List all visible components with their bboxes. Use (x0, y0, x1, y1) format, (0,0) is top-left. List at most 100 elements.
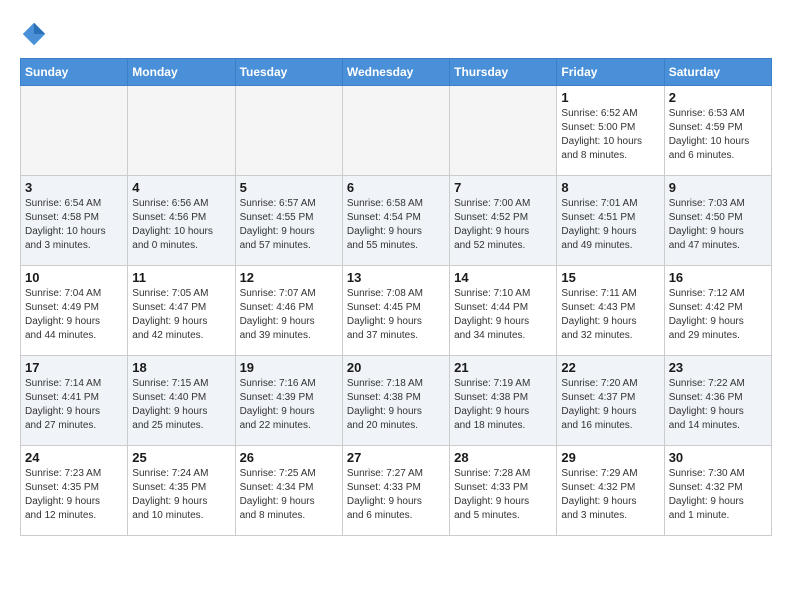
calendar-day-cell: 4 Sunrise: 6:56 AM Sunset: 4:56 PM Daylig… (128, 176, 235, 266)
calendar-day-cell: 23 Sunrise: 7:22 AM Sunset: 4:36 PM Dayli… (664, 356, 771, 446)
calendar-day-cell: 22 Sunrise: 7:20 AM Sunset: 4:37 PM Dayli… (557, 356, 664, 446)
calendar-day-cell: 13 Sunrise: 7:08 AM Sunset: 4:45 PM Dayli… (342, 266, 449, 356)
day-number: 23 (669, 360, 767, 375)
page-header (20, 20, 772, 48)
day-info: Sunrise: 6:58 AM Sunset: 4:54 PM Dayligh… (347, 197, 445, 253)
day-number: 29 (561, 450, 659, 465)
calendar-day-cell: 21 Sunrise: 7:19 AM Sunset: 4:38 PM Dayli… (450, 356, 557, 446)
day-info: Sunrise: 6:52 AM Sunset: 5:00 PM Dayligh… (561, 107, 659, 163)
day-number: 14 (454, 270, 552, 285)
day-info: Sunrise: 7:27 AM Sunset: 4:33 PM Dayligh… (347, 467, 445, 523)
weekday-header-wednesday: Wednesday (342, 59, 449, 86)
logo-icon (20, 20, 48, 48)
day-number: 27 (347, 450, 445, 465)
calendar-day-cell (21, 86, 128, 176)
calendar-day-cell (450, 86, 557, 176)
day-info: Sunrise: 7:15 AM Sunset: 4:40 PM Dayligh… (132, 377, 230, 433)
day-number: 22 (561, 360, 659, 375)
calendar-day-cell: 27 Sunrise: 7:27 AM Sunset: 4:33 PM Dayli… (342, 446, 449, 536)
calendar-day-cell: 20 Sunrise: 7:18 AM Sunset: 4:38 PM Dayli… (342, 356, 449, 446)
day-number: 20 (347, 360, 445, 375)
calendar-day-cell: 16 Sunrise: 7:12 AM Sunset: 4:42 PM Dayli… (664, 266, 771, 356)
day-info: Sunrise: 7:28 AM Sunset: 4:33 PM Dayligh… (454, 467, 552, 523)
day-number: 9 (669, 180, 767, 195)
day-number: 4 (132, 180, 230, 195)
day-info: Sunrise: 7:04 AM Sunset: 4:49 PM Dayligh… (25, 287, 123, 343)
weekday-header-tuesday: Tuesday (235, 59, 342, 86)
calendar-day-cell: 12Sunrise: 7:07 AM Sunset: 4:46 PM Dayli… (235, 266, 342, 356)
calendar-day-cell: 30 Sunrise: 7:30 AM Sunset: 4:32 PM Dayli… (664, 446, 771, 536)
weekday-header-saturday: Saturday (664, 59, 771, 86)
day-number: 12 (240, 270, 338, 285)
calendar-day-cell: 15Sunrise: 7:11 AM Sunset: 4:43 PM Dayli… (557, 266, 664, 356)
day-info: Sunrise: 7:30 AM Sunset: 4:32 PM Dayligh… (669, 467, 767, 523)
day-info: Sunrise: 7:05 AM Sunset: 4:47 PM Dayligh… (132, 287, 230, 343)
calendar-week-row: 17 Sunrise: 7:14 AM Sunset: 4:41 PM Dayli… (21, 356, 772, 446)
calendar-day-cell: 8 Sunrise: 7:01 AM Sunset: 4:51 PM Daylig… (557, 176, 664, 266)
calendar-day-cell: 26 Sunrise: 7:25 AM Sunset: 4:34 PM Dayli… (235, 446, 342, 536)
day-info: Sunrise: 7:25 AM Sunset: 4:34 PM Dayligh… (240, 467, 338, 523)
calendar-day-cell: 3 Sunrise: 6:54 AM Sunset: 4:58 PM Daylig… (21, 176, 128, 266)
day-number: 8 (561, 180, 659, 195)
day-number: 30 (669, 450, 767, 465)
day-number: 16 (669, 270, 767, 285)
day-info: Sunrise: 7:10 AM Sunset: 4:44 PM Dayligh… (454, 287, 552, 343)
weekday-header-thursday: Thursday (450, 59, 557, 86)
day-number: 15 (561, 270, 659, 285)
day-info: Sunrise: 7:19 AM Sunset: 4:38 PM Dayligh… (454, 377, 552, 433)
day-info: Sunrise: 6:57 AM Sunset: 4:55 PM Dayligh… (240, 197, 338, 253)
day-info: Sunrise: 7:12 AM Sunset: 4:42 PM Dayligh… (669, 287, 767, 343)
calendar-day-cell: 1 Sunrise: 6:52 AM Sunset: 5:00 PM Daylig… (557, 86, 664, 176)
calendar-day-cell: 19 Sunrise: 7:16 AM Sunset: 4:39 PM Dayli… (235, 356, 342, 446)
day-number: 3 (25, 180, 123, 195)
day-info: Sunrise: 7:20 AM Sunset: 4:37 PM Dayligh… (561, 377, 659, 433)
day-number: 24 (25, 450, 123, 465)
day-info: Sunrise: 7:14 AM Sunset: 4:41 PM Dayligh… (25, 377, 123, 433)
day-info: Sunrise: 6:54 AM Sunset: 4:58 PM Dayligh… (25, 197, 123, 253)
calendar-week-row: 1 Sunrise: 6:52 AM Sunset: 5:00 PM Daylig… (21, 86, 772, 176)
day-number: 25 (132, 450, 230, 465)
day-number: 10 (25, 270, 123, 285)
calendar-day-cell: 17 Sunrise: 7:14 AM Sunset: 4:41 PM Dayli… (21, 356, 128, 446)
day-info: Sunrise: 7:00 AM Sunset: 4:52 PM Dayligh… (454, 197, 552, 253)
calendar-day-cell (128, 86, 235, 176)
day-number: 5 (240, 180, 338, 195)
calendar-day-cell: 7Sunrise: 7:00 AM Sunset: 4:52 PM Daylig… (450, 176, 557, 266)
calendar-day-cell: 6 Sunrise: 6:58 AM Sunset: 4:54 PM Daylig… (342, 176, 449, 266)
day-info: Sunrise: 7:08 AM Sunset: 4:45 PM Dayligh… (347, 287, 445, 343)
day-number: 19 (240, 360, 338, 375)
logo (20, 20, 52, 48)
calendar-day-cell: 18 Sunrise: 7:15 AM Sunset: 4:40 PM Dayli… (128, 356, 235, 446)
calendar-day-cell: 29 Sunrise: 7:29 AM Sunset: 4:32 PM Dayli… (557, 446, 664, 536)
calendar-day-cell (342, 86, 449, 176)
day-number: 6 (347, 180, 445, 195)
calendar-day-cell: 25 Sunrise: 7:24 AM Sunset: 4:35 PM Dayli… (128, 446, 235, 536)
calendar-day-cell: 11Sunrise: 7:05 AM Sunset: 4:47 PM Dayli… (128, 266, 235, 356)
day-number: 13 (347, 270, 445, 285)
day-number: 26 (240, 450, 338, 465)
weekday-header-sunday: Sunday (21, 59, 128, 86)
day-number: 21 (454, 360, 552, 375)
day-info: Sunrise: 7:01 AM Sunset: 4:51 PM Dayligh… (561, 197, 659, 253)
weekday-header-monday: Monday (128, 59, 235, 86)
day-info: Sunrise: 7:03 AM Sunset: 4:50 PM Dayligh… (669, 197, 767, 253)
day-number: 17 (25, 360, 123, 375)
day-info: Sunrise: 6:56 AM Sunset: 4:56 PM Dayligh… (132, 197, 230, 253)
day-info: Sunrise: 7:18 AM Sunset: 4:38 PM Dayligh… (347, 377, 445, 433)
weekday-header-friday: Friday (557, 59, 664, 86)
day-info: Sunrise: 7:16 AM Sunset: 4:39 PM Dayligh… (240, 377, 338, 433)
day-info: Sunrise: 7:22 AM Sunset: 4:36 PM Dayligh… (669, 377, 767, 433)
day-info: Sunrise: 6:53 AM Sunset: 4:59 PM Dayligh… (669, 107, 767, 163)
calendar-day-cell: 14 Sunrise: 7:10 AM Sunset: 4:44 PM Dayli… (450, 266, 557, 356)
calendar-day-cell: 24 Sunrise: 7:23 AM Sunset: 4:35 PM Dayli… (21, 446, 128, 536)
day-number: 1 (561, 90, 659, 105)
day-info: Sunrise: 7:23 AM Sunset: 4:35 PM Dayligh… (25, 467, 123, 523)
calendar-week-row: 3 Sunrise: 6:54 AM Sunset: 4:58 PM Daylig… (21, 176, 772, 266)
calendar-header-row: SundayMondayTuesdayWednesdayThursdayFrid… (21, 59, 772, 86)
day-info: Sunrise: 7:24 AM Sunset: 4:35 PM Dayligh… (132, 467, 230, 523)
calendar-day-cell (235, 86, 342, 176)
calendar-day-cell: 9 Sunrise: 7:03 AM Sunset: 4:50 PM Daylig… (664, 176, 771, 266)
calendar-table: SundayMondayTuesdayWednesdayThursdayFrid… (20, 58, 772, 536)
day-number: 18 (132, 360, 230, 375)
day-info: Sunrise: 7:29 AM Sunset: 4:32 PM Dayligh… (561, 467, 659, 523)
